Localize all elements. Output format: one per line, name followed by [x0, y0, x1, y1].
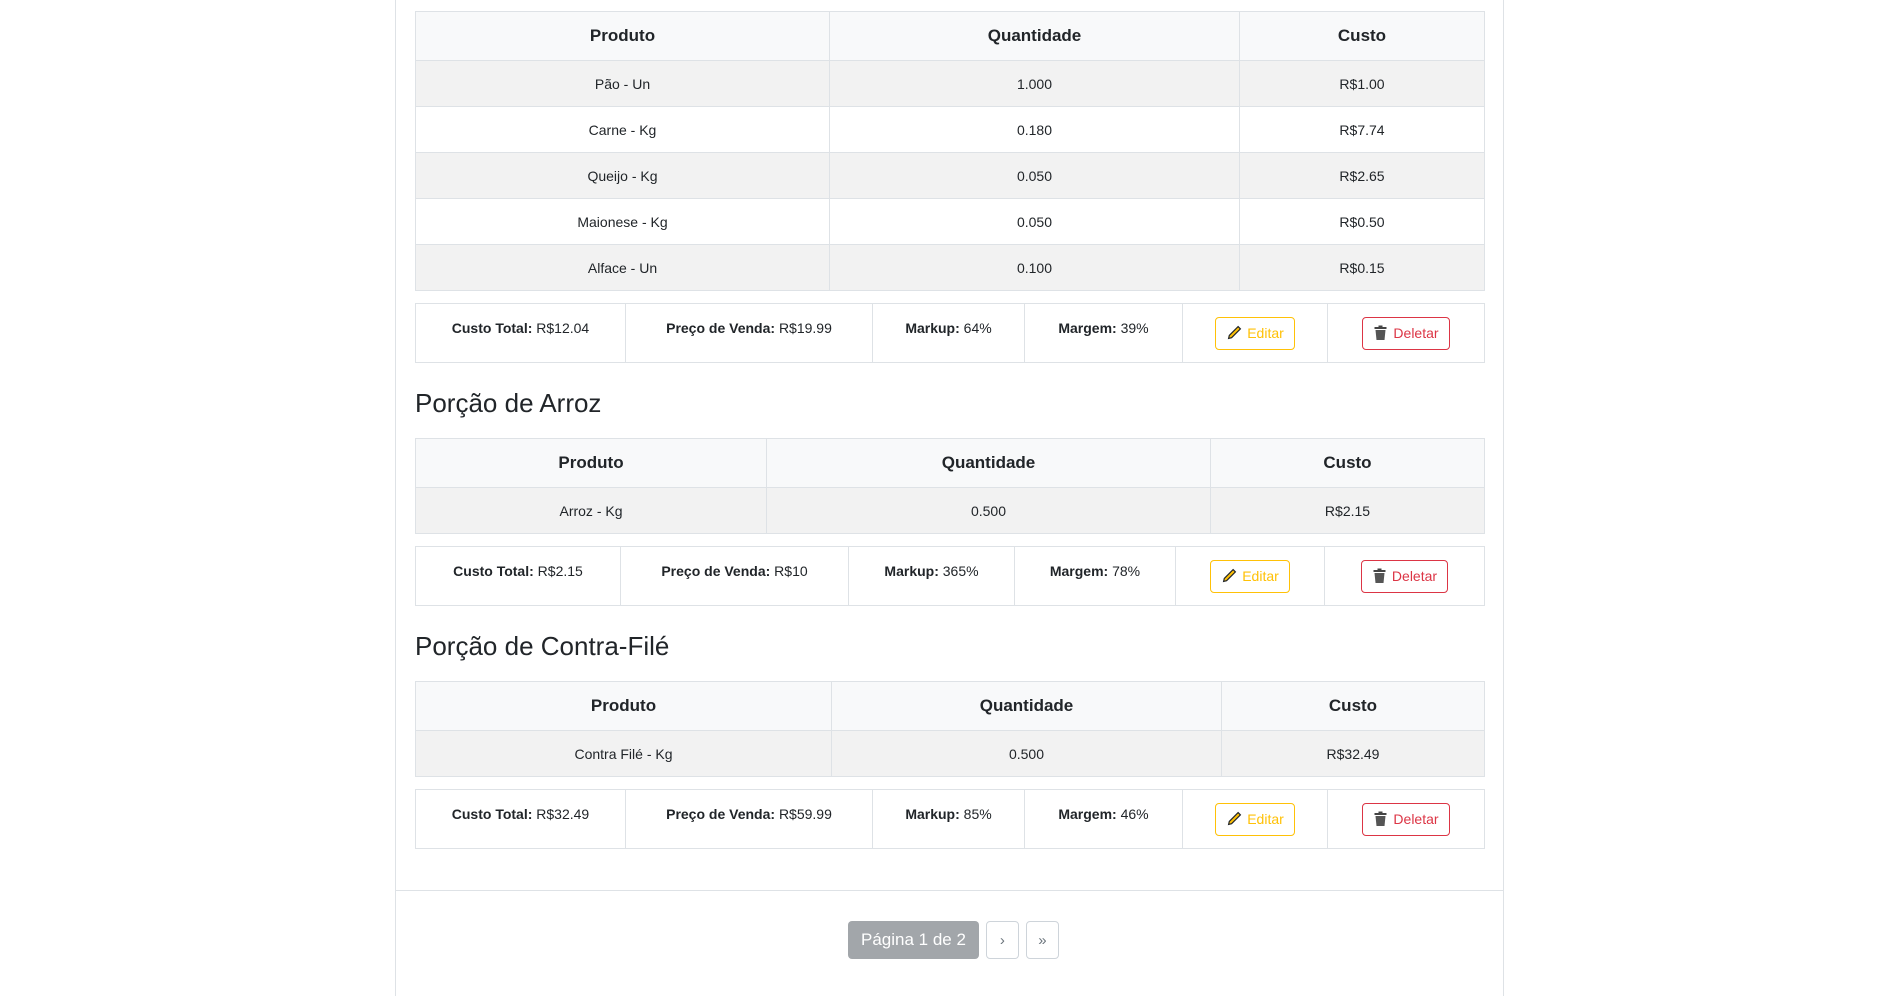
- table-row: Maionese - Kg 0.050 R$0.50: [415, 198, 1485, 245]
- recipe-title: Porção de Contra-Filé: [415, 631, 670, 661]
- recipe-title: Porção de Arroz: [415, 388, 602, 418]
- cell-quantidade: 0.050: [829, 198, 1240, 245]
- custo-total: Custo Total: R$12.04: [415, 303, 626, 363]
- column-header-produto: Produto: [415, 681, 832, 731]
- pencil-icon: [1222, 568, 1237, 583]
- last-page-button[interactable]: »: [1025, 921, 1059, 959]
- delete-button[interactable]: Deletar: [1360, 559, 1449, 593]
- markup: Markup: 64%: [872, 303, 1025, 363]
- cell-produto: Queijo - Kg: [415, 152, 830, 199]
- custo-total: Custo Total: R$2.15: [415, 546, 621, 606]
- pencil-icon: [1227, 325, 1242, 340]
- cell-produto: Contra Filé - Kg: [415, 730, 832, 777]
- column-header-quantidade: Quantidade: [831, 681, 1222, 731]
- summary-table: Custo Total: R$32.49 Preço de Venda: R$5…: [415, 789, 1485, 849]
- cell-custo: R$0.15: [1239, 244, 1485, 291]
- table-row: Carne - Kg 0.180 R$7.74: [415, 106, 1485, 153]
- margem: Margem: 46%: [1024, 789, 1183, 849]
- markup: Markup: 85%: [872, 789, 1025, 849]
- delete-button[interactable]: Deletar: [1362, 802, 1450, 836]
- column-header-custo: Custo: [1210, 438, 1485, 488]
- cell-custo: R$1.00: [1239, 60, 1485, 107]
- cell-quantidade: 1.000: [829, 60, 1240, 107]
- cell-produto: Pão - Un: [415, 60, 830, 107]
- custo-total: Custo Total: R$32.49: [415, 789, 626, 849]
- cell-produto: Carne - Kg: [415, 106, 830, 153]
- column-header-quantidade: Quantidade: [766, 438, 1211, 488]
- column-header-custo: Custo: [1221, 681, 1485, 731]
- ingredients-table: Produto Quantidade Custo Arroz - Kg 0.50…: [415, 438, 1485, 534]
- table-row: Arroz - Kg 0.500 R$2.15: [415, 487, 1485, 534]
- pencil-icon: [1227, 811, 1242, 826]
- column-header-quantidade: Quantidade: [829, 11, 1240, 61]
- next-page-button[interactable]: ›: [985, 921, 1019, 959]
- cell-produto: Alface - Un: [415, 244, 830, 291]
- summary-table: Custo Total: R$12.04 Preço de Venda: R$1…: [415, 303, 1485, 363]
- cell-quantidade: 0.500: [831, 730, 1222, 777]
- summary-table: Custo Total: R$2.15 Preço de Venda: R$10…: [415, 546, 1485, 606]
- table-row: Pão - Un 1.000 R$1.00: [415, 60, 1485, 107]
- column-header-custo: Custo: [1239, 11, 1485, 61]
- trash-icon: [1374, 325, 1387, 340]
- preco-venda: Preço de Venda: R$59.99: [625, 789, 873, 849]
- cell-produto: Maionese - Kg: [415, 198, 830, 245]
- pagination: Página 1 de 2 › »: [848, 921, 1059, 959]
- cell-produto: Arroz - Kg: [415, 487, 767, 534]
- current-page-indicator: Página 1 de 2: [848, 921, 979, 959]
- preco-venda: Preço de Venda: R$10: [620, 546, 849, 606]
- cell-quantidade: 0.100: [829, 244, 1240, 291]
- table-row: Alface - Un 0.100 R$0.15: [415, 244, 1485, 291]
- cell-custo: R$2.65: [1239, 152, 1485, 199]
- cell-custo: R$32.49: [1221, 730, 1485, 777]
- trash-icon: [1374, 811, 1387, 826]
- cell-quantidade: 0.180: [829, 106, 1240, 153]
- cell-custo: R$7.74: [1239, 106, 1485, 153]
- edit-button[interactable]: Editar: [1215, 802, 1295, 836]
- ingredients-table: Produto Quantidade Custo Contra Filé - K…: [415, 681, 1485, 777]
- margem: Margem: 78%: [1014, 546, 1176, 606]
- cell-custo: R$2.15: [1210, 487, 1485, 534]
- column-header-produto: Produto: [415, 438, 767, 488]
- cell-custo: R$0.50: [1239, 198, 1485, 245]
- preco-venda: Preço de Venda: R$19.99: [625, 303, 873, 363]
- table-row: Contra Filé - Kg 0.500 R$32.49: [415, 730, 1485, 777]
- cell-quantidade: 0.500: [766, 487, 1211, 534]
- cell-quantidade: 0.050: [829, 152, 1240, 199]
- table-row: Queijo - Kg 0.050 R$2.65: [415, 152, 1485, 199]
- trash-icon: [1373, 568, 1386, 583]
- column-header-produto: Produto: [415, 11, 830, 61]
- edit-button[interactable]: Editar: [1210, 559, 1290, 593]
- edit-button[interactable]: Editar: [1215, 316, 1295, 350]
- delete-button[interactable]: Deletar: [1362, 316, 1450, 350]
- margem: Margem: 39%: [1024, 303, 1183, 363]
- markup: Markup: 365%: [848, 546, 1015, 606]
- ingredients-table: Produto Quantidade Custo Pão - Un 1.000 …: [415, 11, 1485, 291]
